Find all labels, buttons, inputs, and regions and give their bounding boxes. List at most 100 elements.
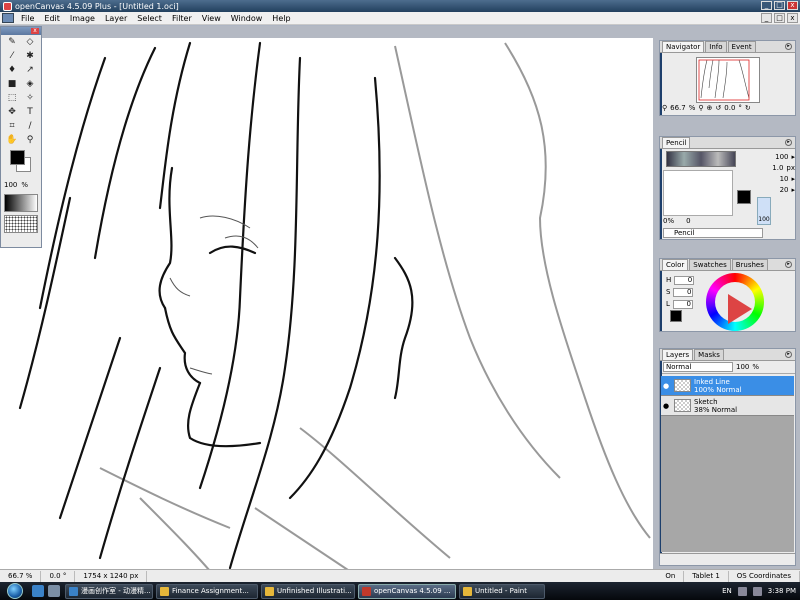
menu-edit[interactable]: Edit (39, 14, 65, 23)
brush-tool-icon[interactable]: ⁄ (4, 51, 20, 62)
slider-arrow-icon[interactable]: ▸ (791, 175, 795, 183)
color-wheel[interactable] (706, 273, 764, 331)
pencil-size-value[interactable]: 1.0 (772, 164, 783, 172)
color-triangle[interactable] (728, 294, 752, 324)
pencil-color-swatch[interactable] (737, 190, 751, 204)
task-button-2[interactable]: Finance Assignment... (156, 583, 258, 599)
magic-wand-tool-icon[interactable]: ✧ (22, 93, 38, 104)
panel-menu-icon[interactable]: ▸ (785, 43, 792, 50)
dropper-brush-tool-icon[interactable]: ↗ (22, 65, 38, 76)
airbrush-tool-icon[interactable]: ✱ (22, 51, 38, 62)
move-tool-icon[interactable]: ✥ (4, 107, 20, 118)
visibility-eye-icon[interactable]: ● (661, 382, 671, 390)
rotate-left-icon[interactable]: ↺ (715, 104, 721, 112)
menu-window[interactable]: Window (226, 14, 268, 23)
start-button[interactable] (0, 582, 30, 600)
pencil-opacity-value[interactable]: 100 (775, 153, 788, 161)
tool-opacity-value[interactable]: 100 (4, 181, 17, 189)
crop-tool-icon[interactable]: ⌗ (4, 121, 20, 132)
doc-restore-button[interactable]: □ (774, 13, 785, 23)
navigator-thumbnail[interactable] (696, 57, 760, 103)
menu-layer[interactable]: Layer (100, 14, 132, 23)
text-tool-icon[interactable]: T (22, 107, 38, 118)
selection-tool-icon[interactable]: ⬚ (4, 93, 20, 104)
panel-menu-icon[interactable]: ▸ (785, 261, 792, 268)
pen-tool-icon[interactable]: ✎ (4, 37, 20, 48)
browser-quicklaunch-icon[interactable] (32, 585, 44, 597)
document-icon[interactable] (2, 13, 14, 23)
slider-arrow-icon[interactable]: ▸ (791, 186, 795, 194)
network-icon[interactable] (737, 586, 747, 596)
h-field[interactable]: 0 (674, 275, 695, 285)
tab-layers[interactable]: Layers (662, 349, 694, 360)
tab-pencil[interactable]: Pencil (662, 137, 691, 148)
l-field[interactable]: 0 (672, 299, 693, 309)
tab-swatches[interactable]: Swatches (689, 259, 731, 270)
layer-row-inked-line[interactable]: ● Inked Line 100% Normal (661, 376, 794, 396)
current-color-swatch[interactable] (670, 310, 682, 322)
gradient-selector[interactable] (4, 194, 38, 212)
zoom-fit-icon[interactable]: ⊕ (707, 104, 713, 112)
zoom-in-icon[interactable]: ⚲ (698, 104, 703, 112)
pencil-hardness-value[interactable]: 20 (780, 186, 789, 194)
menu-select[interactable]: Select (132, 14, 167, 23)
eyedropper-tool-icon[interactable]: / (22, 121, 38, 132)
close-button[interactable]: x (787, 1, 798, 10)
doc-close-button[interactable]: x (787, 13, 798, 23)
zoom-tool-icon[interactable]: ⚲ (22, 135, 38, 146)
menu-image[interactable]: Image (65, 14, 100, 23)
bucket-tool-icon[interactable]: ◈ (22, 79, 38, 90)
zoom-out-icon[interactable]: ⚲ (662, 104, 667, 112)
preset-min-value[interactable]: 0% (663, 217, 674, 225)
task-button-3[interactable]: Unfinished Illustrati... (261, 583, 355, 599)
tab-color[interactable]: Color (662, 259, 689, 270)
clock[interactable]: 3:38 PM (768, 587, 796, 595)
tab-brushes[interactable]: Brushes (731, 259, 768, 270)
tab-masks[interactable]: Masks (694, 349, 724, 360)
tab-event[interactable]: Event (727, 41, 756, 52)
pressure-level[interactable]: 100 (757, 197, 771, 225)
tab-info[interactable]: Info (705, 41, 727, 52)
brush-texture-preview[interactable] (666, 151, 736, 167)
s-field[interactable]: 0 (673, 287, 694, 297)
tool-palette-close-button[interactable]: x (31, 28, 39, 34)
watercolor-tool-icon[interactable]: ♦ (4, 65, 20, 76)
eraser-tool-icon[interactable]: ◇ (22, 37, 38, 48)
layer-row-sketch[interactable]: ● Sketch 38% Normal (661, 396, 794, 416)
maximize-button[interactable]: □ (774, 1, 785, 10)
brush-shape-preview[interactable] (663, 170, 733, 216)
menu-help[interactable]: Help (267, 14, 295, 23)
task-button-4[interactable]: openCanvas 4.5.09 ... (358, 583, 456, 599)
panel-grip[interactable] (660, 137, 662, 239)
taskbar: 漫画创作室 - 动漫精... Finance Assignment... Unf… (0, 582, 800, 600)
drawing-canvas[interactable] (0, 38, 653, 583)
minimize-button[interactable]: _ (761, 1, 772, 10)
task-button-5[interactable]: Untitled - Paint (459, 583, 545, 599)
doc-minimize-button[interactable]: _ (761, 13, 772, 23)
menu-file[interactable]: File (16, 14, 39, 23)
slider-arrow-icon[interactable]: ▸ (791, 153, 795, 161)
rotate-right-icon[interactable]: ↻ (745, 104, 751, 112)
visibility-eye-icon[interactable]: ● (661, 402, 671, 410)
navigator-zoom-value[interactable]: 66.7 (670, 104, 686, 112)
foreground-color-swatch[interactable] (10, 150, 25, 165)
layer-opacity-value[interactable]: 100 (736, 363, 749, 371)
blend-mode-select[interactable]: Normal (663, 362, 733, 372)
brush-name-field[interactable]: Pencil (663, 228, 763, 238)
volume-icon[interactable] (752, 586, 762, 596)
tab-navigator[interactable]: Navigator (662, 41, 705, 52)
fill-tool-icon[interactable]: ■ (4, 79, 20, 90)
menu-view[interactable]: View (197, 14, 226, 23)
panel-menu-icon[interactable]: ▸ (785, 351, 792, 358)
texture-selector[interactable] (4, 215, 38, 233)
menu-filter[interactable]: Filter (167, 14, 197, 23)
hand-tool-icon[interactable]: ✋ (4, 135, 20, 146)
navigator-rotation-value[interactable]: 0.0 (724, 104, 735, 112)
panel-menu-icon[interactable]: ▸ (785, 139, 792, 146)
preset-zero-value[interactable]: 0 (686, 217, 690, 225)
desktop-quicklaunch-icon[interactable] (48, 585, 60, 597)
task-button-1[interactable]: 漫画创作室 - 动漫精... (65, 583, 153, 599)
pencil-density-value[interactable]: 10 (780, 175, 789, 183)
tool-palette-header[interactable]: x (1, 27, 41, 35)
language-indicator[interactable]: EN (722, 587, 732, 595)
